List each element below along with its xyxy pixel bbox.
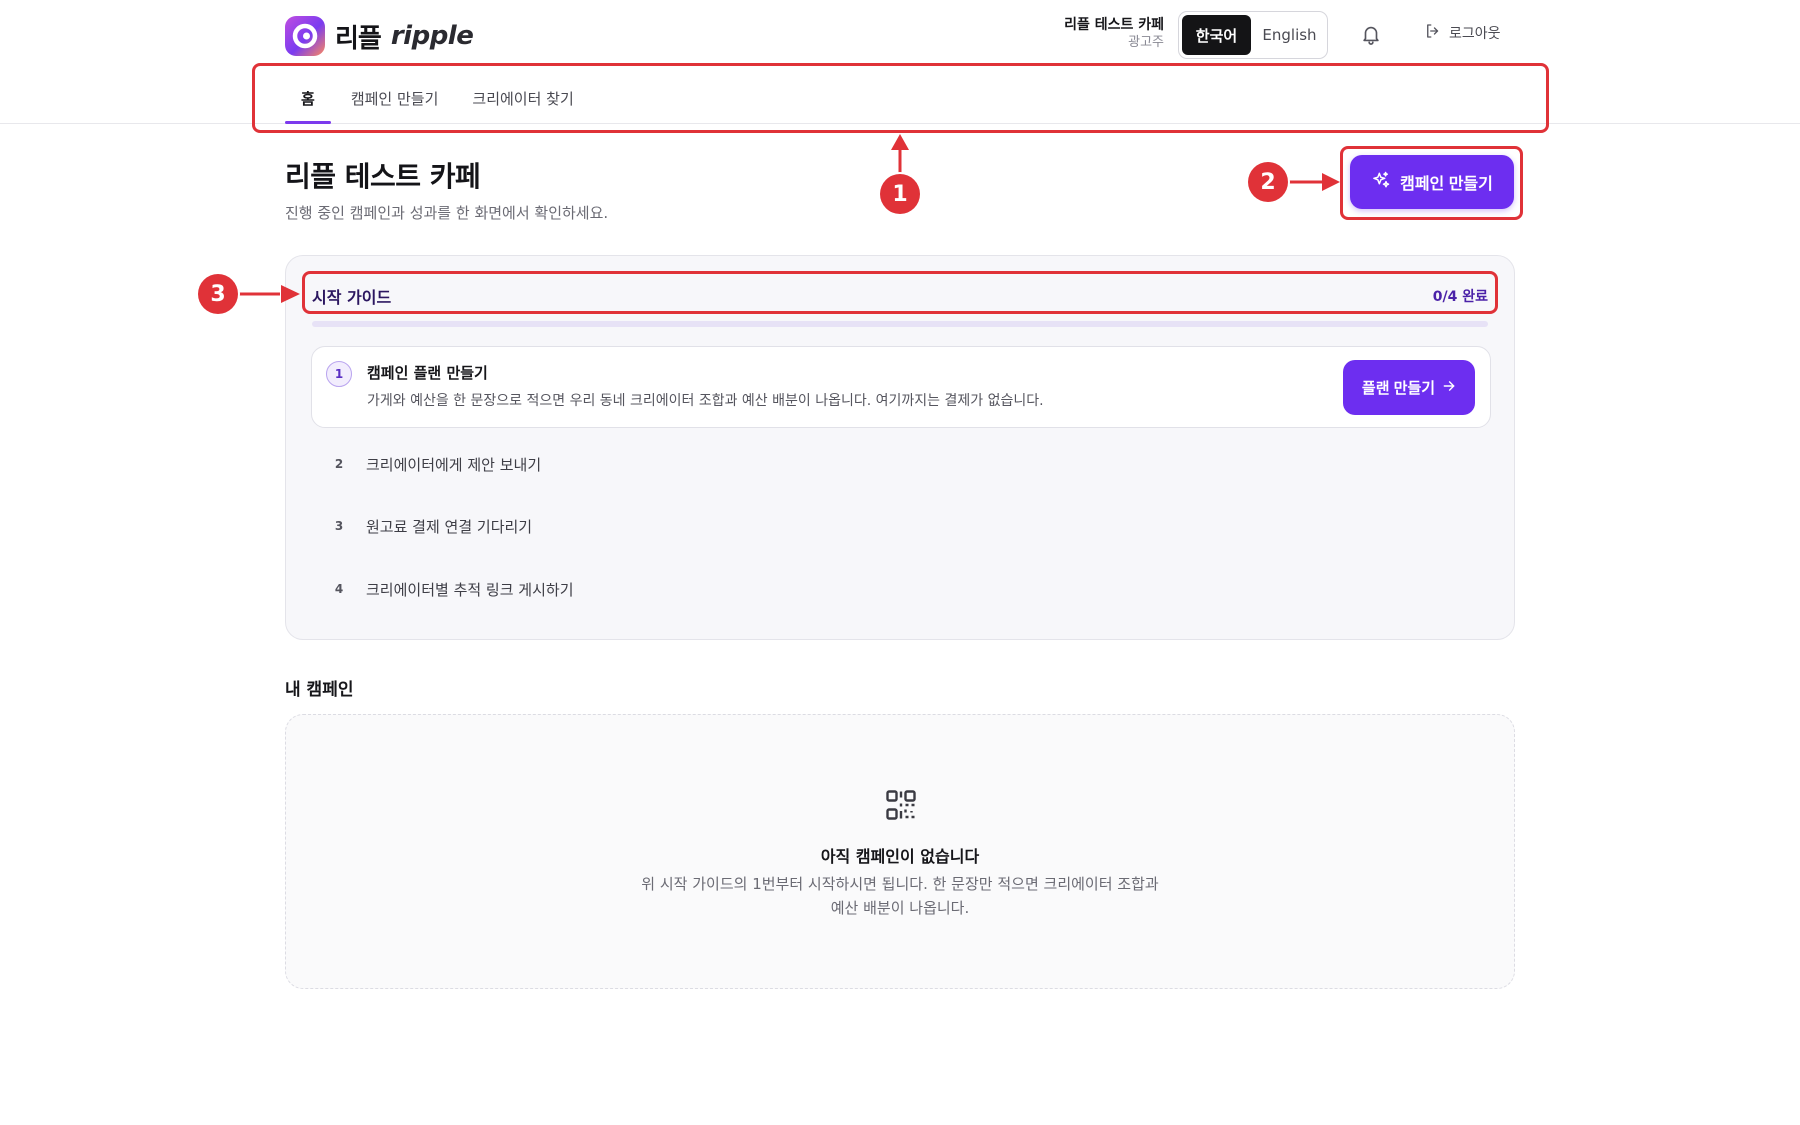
annotation-marker-3: 3 bbox=[198, 274, 238, 314]
logout-label: 로그아웃 bbox=[1449, 26, 1501, 42]
account-info: 리플 테스트 카페 광고주 bbox=[1064, 16, 1164, 52]
guide-step-item[interactable]: 3 원고료 결제 연결 기다리기 bbox=[326, 511, 532, 541]
step-number: 2 bbox=[334, 457, 344, 471]
tab-create-campaign[interactable]: 캠페인 만들기 bbox=[351, 74, 439, 124]
tab-home[interactable]: 홈 bbox=[285, 74, 331, 124]
create-plan-button[interactable]: 플랜 만들기 bbox=[1343, 360, 1475, 415]
step-label: 크리에이터별 추적 링크 게시하기 bbox=[366, 580, 574, 599]
step-number: 4 bbox=[334, 582, 344, 596]
empty-state-description: 위 시작 가이드의 1번부터 시작하시면 됩니다. 한 문장만 적으면 크리에이… bbox=[641, 875, 1159, 917]
campaigns-empty-state: 아직 캠페인이 없습니다 위 시작 가이드의 1번부터 시작하시면 됩니다. 한… bbox=[285, 714, 1515, 989]
step-number-badge: 1 bbox=[326, 361, 352, 387]
step-label: 크리에이터에게 제안 보내기 bbox=[366, 455, 542, 474]
step-description: 가게와 예산을 한 문장으로 적으면 우리 동네 크리에이터 조합과 예산 배분… bbox=[367, 393, 1044, 409]
logout-button[interactable]: 로그아웃 bbox=[1424, 22, 1501, 44]
brand-logo[interactable]: 리플 ripple bbox=[285, 16, 474, 56]
brand-name-ko: 리플 bbox=[335, 23, 382, 54]
guide-step-item[interactable]: 2 크리에이터에게 제안 보내기 bbox=[326, 449, 541, 479]
qr-code-icon bbox=[883, 787, 919, 827]
create-campaign-label: 캠페인 만들기 bbox=[1400, 176, 1493, 193]
page-subtitle: 진행 중인 캠페인과 성과를 한 화면에서 확인하세요. bbox=[285, 204, 609, 222]
brand-name-en: ripple bbox=[390, 21, 474, 51]
step-number: 3 bbox=[334, 519, 344, 533]
language-switcher: 한국어 English bbox=[1178, 11, 1328, 59]
current-step-card: 1 캠페인 플랜 만들기 가게와 예산을 한 문장으로 적으면 우리 동네 크리… bbox=[311, 346, 1491, 428]
main-nav-tabs: 홈 캠페인 만들기 크리에이터 찾기 bbox=[285, 74, 608, 124]
my-campaigns-title: 내 캠페인 bbox=[285, 680, 354, 700]
logo-mark-icon bbox=[285, 16, 325, 56]
empty-state-title: 아직 캠페인이 없습니다 bbox=[820, 847, 980, 866]
arrow-right-icon bbox=[1442, 379, 1456, 397]
step-label: 원고료 결제 연결 기다리기 bbox=[366, 517, 533, 536]
language-option-english[interactable]: English bbox=[1255, 15, 1324, 55]
bell-icon[interactable] bbox=[1360, 23, 1382, 45]
annotation-marker-1: 1 bbox=[880, 174, 920, 214]
account-role: 광고주 bbox=[1128, 35, 1164, 50]
create-plan-label: 플랜 만들기 bbox=[1361, 380, 1436, 397]
create-campaign-button[interactable]: 캠페인 만들기 bbox=[1350, 155, 1514, 209]
start-guide-card: 시작 가이드 0/4 완료 1 캠페인 플랜 만들기 가게와 예산을 한 문장으… bbox=[285, 255, 1515, 640]
guide-step-item[interactable]: 4 크리에이터별 추적 링크 게시하기 bbox=[326, 574, 574, 604]
logout-icon bbox=[1424, 22, 1442, 44]
language-option-korean[interactable]: 한국어 bbox=[1182, 15, 1251, 55]
tab-find-creators[interactable]: 크리에이터 찾기 bbox=[472, 74, 573, 124]
step-title: 캠페인 플랜 만들기 bbox=[367, 364, 488, 382]
start-guide-progress-bar bbox=[312, 321, 1488, 327]
account-name: 리플 테스트 카페 bbox=[1064, 17, 1164, 33]
top-navigation-bar: 리플 ripple 리플 테스트 카페 광고주 한국어 English 로그아웃… bbox=[0, 0, 1800, 124]
start-guide-title: 시작 가이드 bbox=[312, 288, 392, 307]
page-title: 리플 테스트 카페 bbox=[285, 160, 481, 193]
start-guide-progress-text: 0/4 완료 bbox=[1432, 289, 1488, 305]
annotation-marker-2: 2 bbox=[1248, 162, 1288, 202]
sparkles-icon bbox=[1371, 170, 1391, 195]
